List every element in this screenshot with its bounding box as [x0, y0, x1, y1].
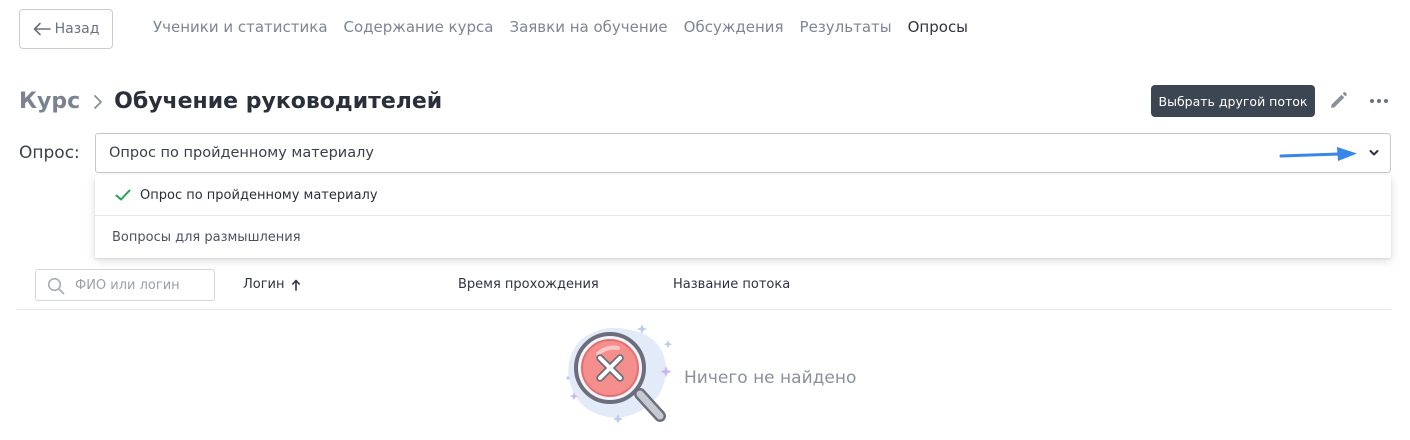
survey-option-label: Вопросы для размышления	[112, 230, 301, 245]
empty-state-text: Ничего не найдено	[684, 368, 857, 388]
search-icon	[47, 277, 65, 295]
chevron-right-icon	[92, 94, 104, 110]
more-horizontal-icon[interactable]	[1368, 96, 1390, 106]
magnifier-x-icon	[566, 324, 673, 424]
annotation-arrow-icon	[1279, 147, 1357, 161]
survey-dropdown-menu: Опрос по пройденному материалу Вопросы д…	[95, 175, 1391, 258]
back-button[interactable]: Назад	[19, 9, 113, 49]
table-header-divider	[17, 309, 1391, 310]
survey-option-label: Опрос по пройденному материалу	[140, 187, 378, 203]
check-icon	[115, 189, 131, 201]
search-field[interactable]	[35, 269, 215, 301]
breadcrumb: Курс Обучение руководителей	[19, 89, 442, 114]
survey-select-value: Опрос по пройденному материалу	[109, 145, 374, 161]
column-header-stream[interactable]: Название потока	[673, 277, 790, 292]
tab-discussions[interactable]: Обсуждения	[684, 18, 784, 40]
tab-surveys[interactable]: Опросы	[908, 18, 968, 40]
switch-stream-button[interactable]: Выбрать другой поток	[1151, 85, 1315, 117]
column-header-time-label: Время прохождения	[458, 277, 599, 292]
breadcrumb-root-link[interactable]: Курс	[19, 89, 80, 114]
tab-students[interactable]: Ученики и статистика	[153, 18, 328, 40]
column-header-login-label: Логин	[243, 277, 285, 292]
page-title: Обучение руководителей	[114, 89, 443, 114]
tab-course-content[interactable]: Содержание курса	[344, 18, 494, 40]
column-header-login[interactable]: Логин	[243, 277, 301, 292]
survey-option[interactable]: Опрос по пройденному материалу	[95, 175, 1391, 216]
tab-results[interactable]: Результаты	[800, 18, 892, 40]
survey-label: Опрос:	[19, 143, 80, 163]
tab-applications[interactable]: Заявки на обучение	[509, 18, 667, 40]
survey-select[interactable]: Опрос по пройденному материалу	[95, 133, 1391, 173]
search-input[interactable]	[75, 276, 210, 294]
arrow-up-icon	[291, 279, 300, 291]
course-tabs: Ученики и статистика Содержание курса За…	[153, 18, 968, 40]
back-button-label: Назад	[54, 21, 100, 37]
survey-option[interactable]: Вопросы для размышления	[95, 217, 1391, 258]
column-header-stream-label: Название потока	[673, 277, 791, 292]
chevron-down-icon	[1369, 150, 1379, 156]
pencil-icon[interactable]	[1327, 90, 1349, 112]
column-header-time[interactable]: Время прохождения	[458, 277, 599, 292]
arrow-left-icon	[33, 22, 51, 36]
